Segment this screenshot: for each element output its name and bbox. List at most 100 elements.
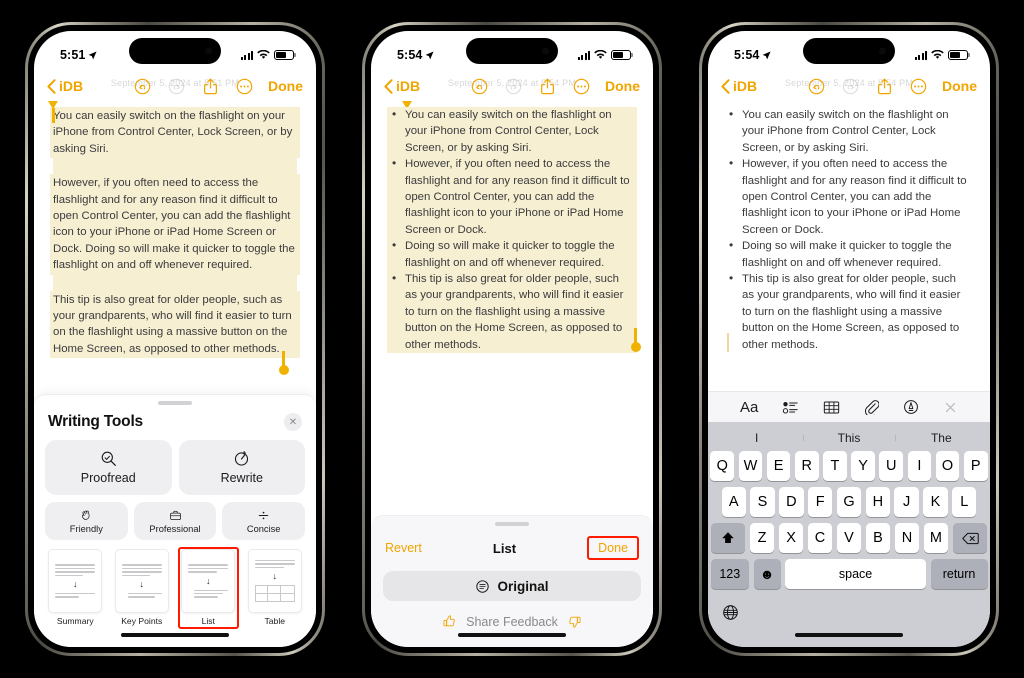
markup-pen-icon[interactable] — [903, 399, 919, 415]
thumbs-down-icon[interactable] — [567, 614, 582, 629]
selection-end-handle[interactable] — [630, 328, 641, 352]
done-button[interactable]: Done — [942, 78, 977, 94]
key-w[interactable]: W — [738, 451, 763, 481]
key-a[interactable]: A — [721, 487, 746, 517]
key-o[interactable]: O — [935, 451, 960, 481]
redo-icon[interactable] — [168, 78, 185, 95]
key-v[interactable]: V — [836, 523, 862, 553]
friendly-button[interactable]: Friendly — [45, 502, 128, 540]
thumbs-up-icon[interactable] — [442, 614, 457, 629]
key-t[interactable]: T — [823, 451, 847, 481]
keyboard: I This The Q W E R T Y U I O P A S D F G… — [708, 422, 990, 647]
status-time: 5:51 — [60, 48, 86, 62]
back-button[interactable]: iDB — [721, 78, 757, 94]
more-ellipsis-icon[interactable] — [573, 78, 590, 95]
share-icon[interactable] — [539, 78, 556, 95]
back-button[interactable]: iDB — [384, 78, 420, 94]
selection-end-handle[interactable] — [278, 351, 289, 375]
arrow-down-icon: ↓ — [272, 571, 278, 582]
globe-row — [711, 595, 988, 629]
emoji-smiley-icon[interactable]: ☻ — [753, 559, 781, 589]
share-icon[interactable] — [202, 78, 219, 95]
key-r[interactable]: R — [794, 451, 819, 481]
home-indicator[interactable] — [711, 629, 988, 647]
key-x[interactable]: X — [778, 523, 804, 553]
numbers-key[interactable]: 123 — [710, 559, 749, 589]
key-j[interactable]: J — [894, 487, 919, 517]
undo-icon[interactable] — [134, 78, 151, 95]
key-c[interactable]: C — [807, 523, 833, 553]
key-s[interactable]: S — [750, 487, 775, 517]
text-format-icon[interactable]: Aa — [740, 399, 758, 416]
globe-icon[interactable] — [722, 604, 739, 621]
key-h[interactable]: H — [865, 487, 890, 517]
proofread-label: Proofread — [80, 471, 136, 485]
key-points-option[interactable]: ↓ Key Points — [112, 547, 173, 629]
note-body[interactable]: You can easily switch on the flashlight … — [34, 101, 316, 375]
redo-icon[interactable] — [505, 78, 522, 95]
list-option[interactable]: ↓ List — [178, 547, 239, 629]
suggestion-item[interactable]: The — [895, 431, 987, 445]
undo-icon[interactable] — [471, 78, 488, 95]
key-u[interactable]: U — [879, 451, 904, 481]
original-button[interactable]: Original — [383, 571, 641, 601]
key-g[interactable]: G — [836, 487, 862, 517]
note-body[interactable]: You can easily switch on the flashlight … — [708, 101, 990, 353]
feedback-label[interactable]: Share Feedback — [466, 615, 558, 629]
attachment-paperclip-icon[interactable] — [864, 399, 880, 415]
format-actions-row: ↓ Summary ↓ Key Points ↓ List ↓ Table — [45, 547, 305, 629]
suggestion-item[interactable]: I — [711, 431, 803, 445]
wifi-icon — [931, 50, 944, 59]
table-icon[interactable] — [823, 400, 840, 415]
proofread-button[interactable]: Proofread — [45, 440, 172, 495]
key-y[interactable]: Y — [851, 451, 875, 481]
more-ellipsis-icon[interactable] — [910, 78, 927, 95]
key-d[interactable]: D — [779, 487, 804, 517]
key-p[interactable]: P — [963, 451, 988, 481]
key-i[interactable]: I — [907, 451, 932, 481]
share-icon[interactable] — [876, 78, 893, 95]
undo-icon[interactable] — [808, 78, 825, 95]
summary-option[interactable]: ↓ Summary — [45, 547, 106, 629]
key-l[interactable]: L — [952, 487, 977, 517]
close-icon[interactable]: ✕ — [284, 413, 302, 431]
key-q[interactable]: Q — [710, 451, 735, 481]
key-m[interactable]: M — [923, 523, 949, 553]
done-button[interactable]: Done — [268, 78, 303, 94]
space-key[interactable]: space — [785, 559, 927, 589]
phone-1-frame: 5:51 September 5, 2024 at 5:51 PM iDB Do… — [25, 22, 325, 656]
suggestion-item[interactable]: This — [802, 431, 895, 445]
back-label: iDB — [396, 78, 421, 94]
rewrite-button[interactable]: Rewrite — [178, 440, 305, 495]
home-indicator[interactable] — [45, 629, 305, 647]
key-z[interactable]: Z — [749, 523, 775, 553]
done-button[interactable]: Done — [605, 78, 640, 94]
key-e[interactable]: E — [766, 451, 791, 481]
note-body[interactable]: You can easily switch on the flashlight … — [371, 101, 653, 354]
revert-button[interactable]: Revert — [385, 541, 422, 555]
key-n[interactable]: N — [894, 523, 920, 553]
shift-arrow-icon[interactable] — [710, 523, 746, 553]
checklist-icon[interactable] — [782, 400, 799, 415]
arrow-down-icon: ↓ — [206, 575, 211, 586]
selection-start-handle[interactable] — [48, 101, 58, 123]
key-k[interactable]: K — [923, 487, 948, 517]
key-points-doc-icon: ↓ — [115, 550, 168, 612]
done-button[interactable]: Done — [587, 536, 639, 560]
close-keyboard-icon[interactable] — [943, 400, 958, 415]
tone-actions-row: Friendly Professional Concise — [45, 502, 306, 540]
nav-bar: iDB Done — [708, 71, 990, 101]
list-item: You can easily switch on the flashlight … — [387, 106, 637, 157]
more-ellipsis-icon[interactable] — [236, 78, 253, 95]
backspace-icon[interactable] — [952, 523, 988, 553]
table-option[interactable]: ↓ Table — [245, 547, 306, 629]
key-f[interactable]: F — [808, 487, 833, 517]
concise-button[interactable]: Concise — [222, 502, 306, 540]
professional-button[interactable]: Professional — [133, 502, 217, 540]
home-indicator[interactable] — [383, 629, 641, 647]
return-key[interactable]: return — [930, 559, 988, 589]
redo-icon[interactable] — [842, 78, 859, 95]
key-b[interactable]: B — [865, 523, 891, 553]
back-button[interactable]: iDB — [47, 78, 83, 94]
keyboard-row-3: Z X C V B N M — [710, 523, 988, 553]
